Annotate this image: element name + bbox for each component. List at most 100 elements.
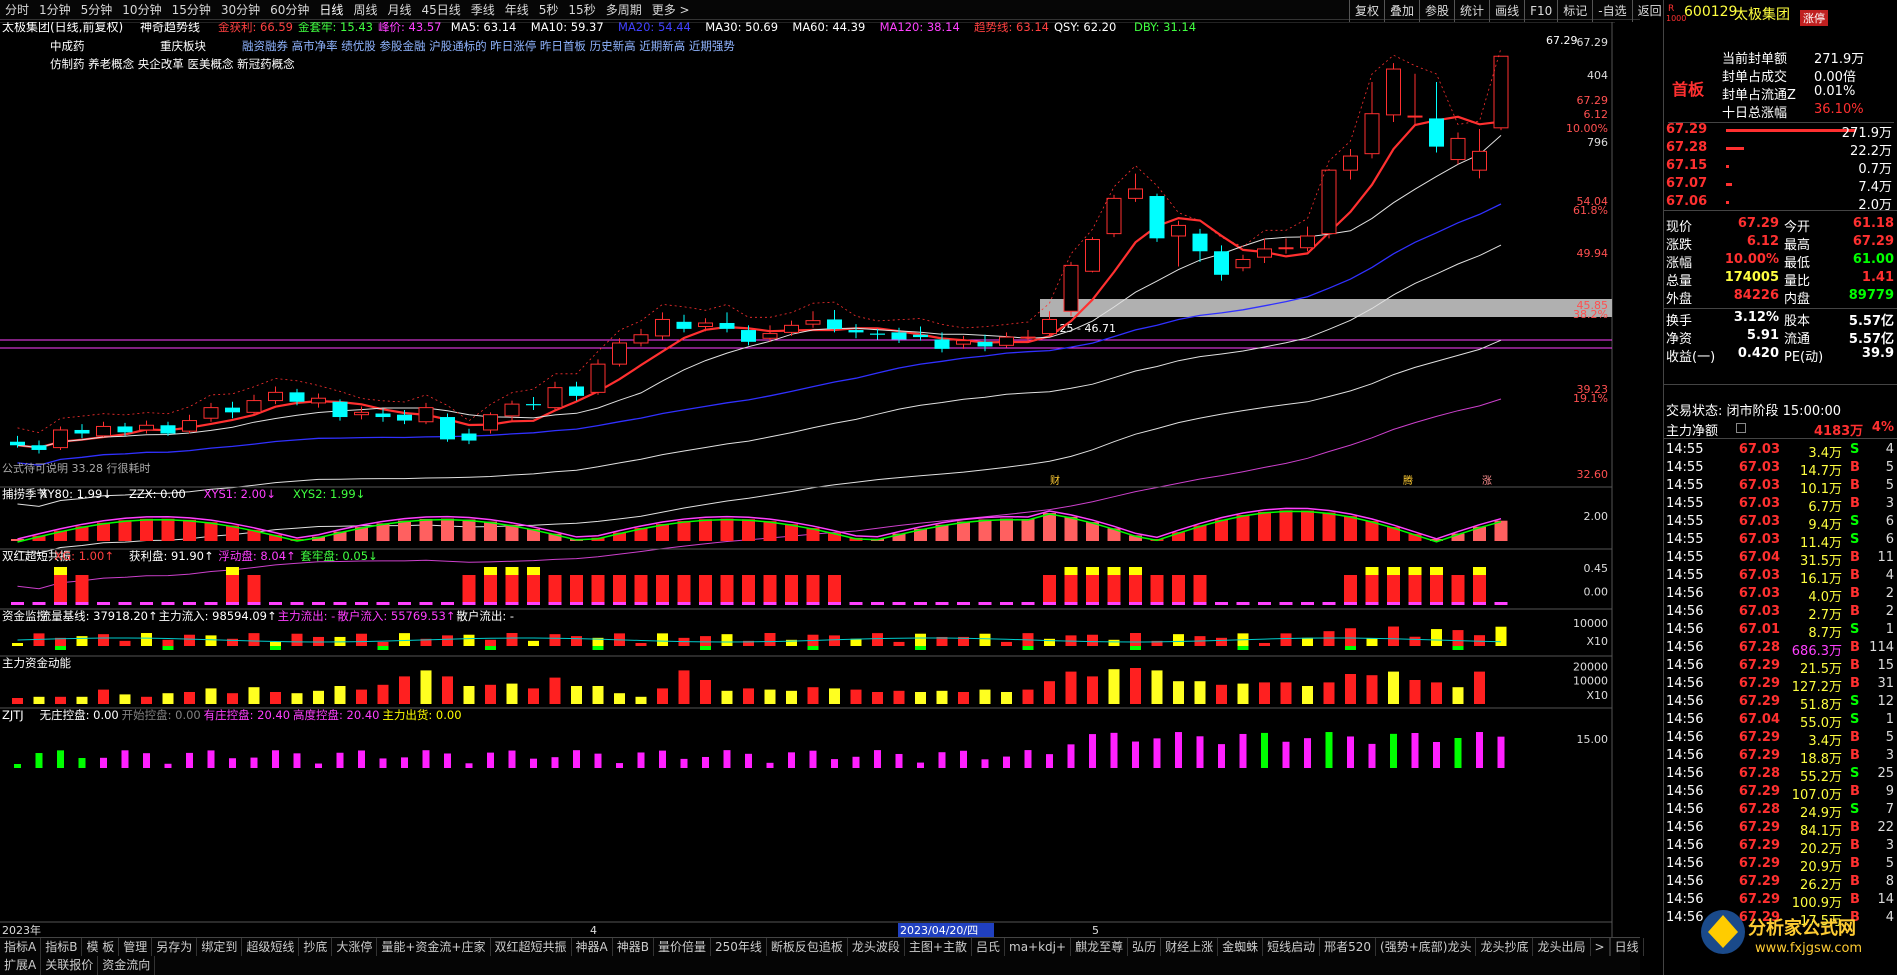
momentum-bar bbox=[1259, 682, 1270, 704]
indicator-tab-26[interactable]: (强势+底部)龙头 bbox=[1376, 938, 1477, 956]
tool-button-6[interactable]: 标记 bbox=[1557, 0, 1592, 22]
candle bbox=[590, 359, 606, 395]
tool-button-8[interactable]: 返回 bbox=[1631, 0, 1667, 22]
legend-item-5: MA20: 54.44 bbox=[618, 22, 691, 34]
period-tab-2[interactable]: 5分钟 bbox=[76, 0, 118, 20]
indicator-tab-19[interactable]: ma+kdj+ bbox=[1005, 938, 1072, 956]
tick-volume: 31.5万 bbox=[1800, 554, 1842, 569]
period-tab-5[interactable]: 30分钟 bbox=[216, 0, 265, 20]
trend-dotted-line bbox=[17, 48, 1502, 434]
indicator-tab-3[interactable]: 管理 bbox=[119, 938, 153, 956]
indicator-tab-21[interactable]: 弘历 bbox=[1128, 938, 1162, 956]
indicator-tab-22[interactable]: 财经上涨 bbox=[1161, 938, 1219, 956]
indicator-tab-12[interactable]: 神器B bbox=[613, 938, 654, 956]
control-bar bbox=[379, 758, 387, 768]
tool-button-5[interactable]: F10 bbox=[1524, 0, 1557, 22]
indicator-tab-14[interactable]: 250年线 bbox=[711, 938, 767, 956]
tool-button-2[interactable]: 参股 bbox=[1419, 0, 1454, 22]
control-bar bbox=[487, 752, 494, 768]
indicator-tab-29[interactable]: > bbox=[1591, 938, 1610, 956]
extend-tab-1[interactable]: 关联报价 bbox=[41, 956, 99, 975]
period-tab-7[interactable]: 日线 bbox=[314, 0, 348, 20]
tick-time: 14:56 bbox=[1666, 712, 1704, 727]
tool-button-3[interactable]: 统计 bbox=[1454, 0, 1489, 22]
fund-bar bbox=[356, 633, 367, 646]
period-tab-10[interactable]: 45日线 bbox=[416, 0, 465, 20]
indicator-tab-5[interactable]: 绑定到 bbox=[197, 938, 243, 956]
control-bar bbox=[35, 753, 43, 768]
tools-toolbar: 复权 叠加 参股 统计 画线 F10 标记 -自选 返回 bbox=[1349, 0, 1662, 22]
high-price-label: 67.29 bbox=[1546, 34, 1578, 47]
stat-value: 5.57亿 bbox=[1848, 332, 1894, 347]
indicator-tab-27[interactable]: 龙头抄底 bbox=[1476, 938, 1534, 956]
indicator-tab-18[interactable]: 吕氏 bbox=[972, 938, 1005, 956]
period-tab-1[interactable]: 1分钟 bbox=[34, 0, 76, 20]
panel-legend-item: ZJTJ bbox=[2, 708, 24, 722]
indicator-tab-6[interactable]: 超级短线 bbox=[242, 938, 300, 956]
tick-volume: 20.2万 bbox=[1800, 842, 1842, 857]
momentum-bar bbox=[1431, 682, 1442, 704]
seal-value: 36.10% bbox=[1814, 102, 1864, 117]
period-tab-0[interactable]: 分时 bbox=[0, 0, 34, 20]
tick-side: B bbox=[1850, 640, 1860, 655]
resonance-bar bbox=[742, 575, 755, 605]
tool-button-7[interactable]: -自选 bbox=[1592, 0, 1631, 22]
indicator-tab-23[interactable]: 金蜘蛛 bbox=[1218, 938, 1264, 956]
extend-tab-2[interactable]: 资金流向 bbox=[98, 956, 156, 975]
period-tab-4[interactable]: 15分钟 bbox=[167, 0, 216, 20]
extend-tab-0[interactable]: 扩展A bbox=[0, 956, 42, 975]
control-bar bbox=[100, 757, 107, 768]
indicator-tab-4[interactable]: 另存为 bbox=[152, 938, 198, 956]
period-tab-3[interactable]: 10分钟 bbox=[117, 0, 166, 20]
control-bar bbox=[401, 757, 408, 768]
indicator-tab-10[interactable]: 双红超短共振 bbox=[491, 938, 572, 956]
period-tab-16[interactable]: 更多 > bbox=[647, 0, 695, 20]
main-chart[interactable]: 46.25 - 46.7167.29太极集团(日线,前复权) 神奇趋势线 金获利: … bbox=[0, 19, 1615, 937]
period-tab-13[interactable]: 5秒 bbox=[534, 0, 564, 20]
indicator-tab-0[interactable]: 指标A bbox=[0, 938, 42, 956]
tick-time: 14:55 bbox=[1666, 550, 1704, 565]
period-tab-6[interactable]: 60分钟 bbox=[265, 0, 314, 20]
indicator-tab-9[interactable]: 量能+资金流+庄家 bbox=[377, 938, 491, 956]
resonance-bar bbox=[1258, 602, 1271, 605]
net-flow-icon[interactable] bbox=[1736, 423, 1746, 433]
control-bar bbox=[1476, 732, 1483, 768]
indicator-tab-2[interactable]: 模 板 bbox=[82, 938, 120, 956]
momentum-bar bbox=[119, 694, 131, 704]
tick-volume: 8.7万 bbox=[1808, 626, 1842, 641]
stat-value: 5.91 bbox=[1746, 328, 1779, 343]
tick-price: 67.28 bbox=[1738, 766, 1780, 781]
period-tab-14[interactable]: 15秒 bbox=[563, 0, 600, 20]
indicator-tab-13[interactable]: 量价倍量 bbox=[654, 938, 711, 956]
indicator-tab-28[interactable]: 龙头出局 bbox=[1533, 938, 1591, 956]
chart-area[interactable]: 46.25 - 46.71 67.29 太极集团(日线,前复权) 神奇趋势线 金获利: … bbox=[0, 19, 1615, 942]
tool-button-0[interactable]: 复权 bbox=[1349, 0, 1384, 22]
momentum-bar bbox=[1130, 668, 1141, 704]
tool-button-1[interactable]: 叠加 bbox=[1384, 0, 1419, 22]
period-tab-11[interactable]: 季线 bbox=[466, 0, 500, 20]
indicator-tab-17[interactable]: 主图+主散 bbox=[905, 938, 972, 956]
indicator-tab-15[interactable]: 断板反包追板 bbox=[767, 938, 848, 956]
indicator-tab-11[interactable]: 神器A bbox=[572, 938, 613, 956]
period-tab-9[interactable]: 月线 bbox=[382, 0, 416, 20]
indicator-tab-24[interactable]: 短线启动 bbox=[1263, 938, 1321, 956]
indicator-tab-16[interactable]: 龙头波段 bbox=[848, 938, 905, 956]
indicator-tab-20[interactable]: 麒龙至尊 bbox=[1071, 938, 1129, 956]
resonance-bar bbox=[1365, 567, 1379, 605]
period-tab-12[interactable]: 年线 bbox=[500, 0, 534, 20]
period-tab-8[interactable]: 周线 bbox=[348, 0, 382, 20]
price-axis-label: 67.29 bbox=[1577, 94, 1609, 107]
period-tab-15[interactable]: 多周期 bbox=[601, 0, 647, 20]
tick-time: 14:55 bbox=[1666, 532, 1704, 547]
indicator-tab-8[interactable]: 大涨停 bbox=[332, 938, 378, 956]
indicator-tab-1[interactable]: 指标B bbox=[41, 938, 83, 956]
ma30-line bbox=[17, 244, 1502, 507]
momentum-bar bbox=[915, 692, 926, 704]
tool-button-4[interactable]: 画线 bbox=[1489, 0, 1524, 22]
momentum-bar bbox=[1388, 671, 1399, 704]
indicator-tab-7[interactable]: 抄底 bbox=[299, 938, 333, 956]
momentum-bar bbox=[1065, 671, 1077, 704]
indicator-tab-25[interactable]: 邢者520 bbox=[1320, 938, 1377, 956]
fund-bar bbox=[1259, 642, 1270, 646]
resonance-bar bbox=[1086, 567, 1099, 605]
